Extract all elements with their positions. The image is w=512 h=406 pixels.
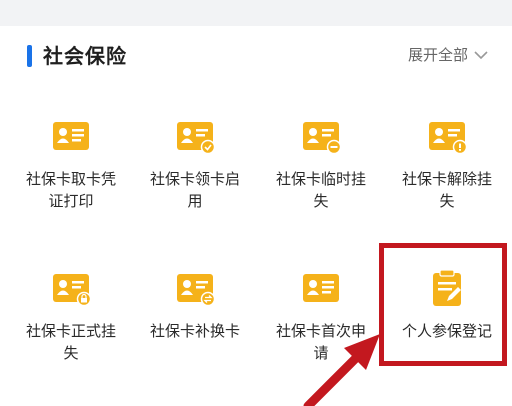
id-card-lock-icon — [51, 268, 91, 308]
arrow-annotation-icon — [300, 330, 390, 406]
id-card-icon — [301, 268, 341, 308]
chevron-down-icon — [474, 50, 488, 60]
id-card-minus-icon — [301, 116, 341, 156]
id-card-icon — [51, 116, 91, 156]
tile-card-activation[interactable]: 社保卡领卡启用 — [132, 116, 258, 212]
id-card-swap-icon — [175, 268, 215, 308]
tile-label: 社保卡补换卡 — [149, 322, 240, 340]
section-title: 社会保险 — [43, 44, 127, 68]
tile-temporary-loss-report[interactable]: 社保卡临时挂失 — [258, 116, 384, 212]
tile-label: 社保卡领卡启用 — [149, 170, 240, 210]
tile-label: 社保卡临时挂失 — [275, 170, 366, 210]
tile-formal-loss-report[interactable]: 社保卡正式挂失 — [8, 268, 134, 364]
id-card-alert-icon — [427, 116, 467, 156]
expand-all-label: 展开全部 — [407, 46, 468, 64]
top-strip — [0, 0, 512, 26]
id-card-check-icon — [175, 116, 215, 156]
tile-card-replacement[interactable]: 社保卡补换卡 — [132, 268, 258, 342]
section-accent-bar — [27, 45, 32, 67]
tile-cancel-loss-report[interactable]: 社保卡解除挂失 — [384, 116, 510, 212]
expand-all-button[interactable]: 展开全部 — [408, 44, 488, 65]
highlight-annotation-box — [379, 243, 507, 366]
tile-label: 社保卡取卡凭证打印 — [25, 170, 116, 210]
tile-card-voucher-print[interactable]: 社保卡取卡凭证打印 — [8, 116, 134, 212]
tile-label: 社保卡解除挂失 — [401, 170, 492, 210]
tile-label: 社保卡正式挂失 — [25, 322, 116, 362]
